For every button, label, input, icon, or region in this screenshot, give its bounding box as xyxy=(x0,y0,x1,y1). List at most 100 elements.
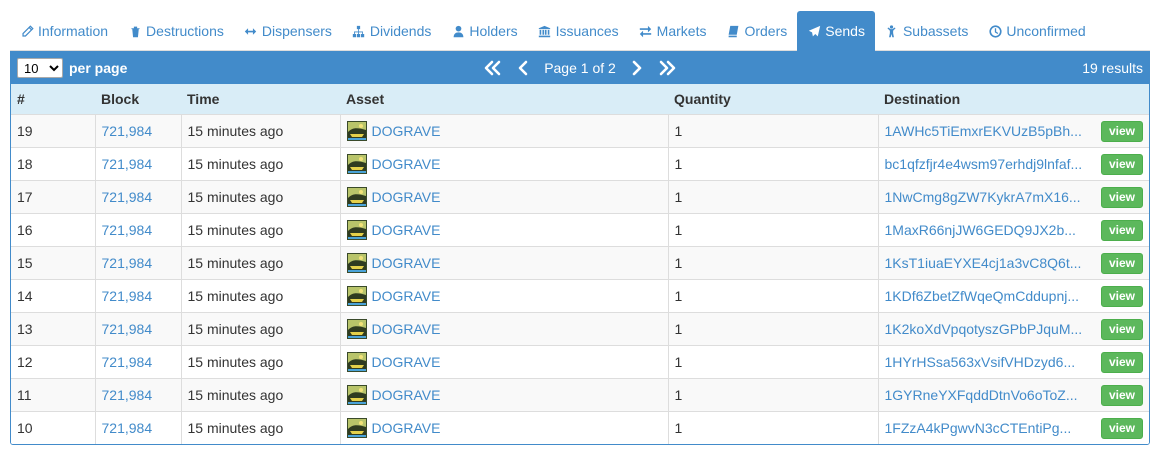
block-link[interactable]: 721,984 xyxy=(102,420,153,436)
first-page-button[interactable] xyxy=(482,57,504,79)
sends-table: # Block Time Asset Quantity Destination … xyxy=(11,84,1149,444)
sends-panel: 10 per page Page 1 of 2 19 results # Blo… xyxy=(10,51,1150,445)
tab-sends[interactable]: Sends xyxy=(797,11,875,51)
destination-cell: 1NwCmg8gZW7KykrA7mX16... view xyxy=(877,179,1149,213)
view-button[interactable]: view xyxy=(1100,219,1143,241)
last-page-button[interactable] xyxy=(656,57,678,79)
tab-dispensers[interactable]: Dispensers xyxy=(234,11,342,51)
block-link[interactable]: 721,984 xyxy=(102,321,153,337)
block-cell: 721,984 xyxy=(94,113,181,147)
trash-icon xyxy=(128,24,142,38)
asset-link[interactable]: DOGRAVE xyxy=(372,156,441,172)
time-cell: 15 minutes ago xyxy=(180,311,340,345)
tab-information[interactable]: Information xyxy=(10,11,118,51)
time-cell: 15 minutes ago xyxy=(180,278,340,312)
asset-link[interactable]: DOGRAVE xyxy=(372,387,441,403)
destination-cell: 1AWHc5TiEmxrEKVUzB5pBh... view xyxy=(877,113,1149,147)
arrows-horizontal-icon xyxy=(244,24,258,38)
per-page-select[interactable]: 10 xyxy=(17,58,63,78)
asset-link[interactable]: DOGRAVE xyxy=(372,123,441,139)
block-link[interactable]: 721,984 xyxy=(102,123,153,139)
block-link[interactable]: 721,984 xyxy=(102,387,153,403)
asset-thumbnail xyxy=(346,417,367,438)
tab-issuances[interactable]: Issuances xyxy=(528,11,629,51)
tab-label: Unconfirmed xyxy=(1006,23,1086,39)
tab-destructions[interactable]: Destructions xyxy=(118,11,234,51)
block-link[interactable]: 721,984 xyxy=(102,255,153,271)
tab-markets[interactable]: Markets xyxy=(629,11,717,51)
destination-cell: 1KDf6ZbetZfWqeQmCddupnj... view xyxy=(877,278,1149,312)
next-page-button[interactable] xyxy=(626,57,648,79)
child-icon xyxy=(885,24,899,38)
asset-cell: DOGRAVE xyxy=(339,377,668,411)
quantity-cell: 1 xyxy=(667,212,878,246)
tab-unconfirmed[interactable]: Unconfirmed xyxy=(978,11,1095,51)
destination-link[interactable]: 1FZzA4kPgwvN3cCTEntiPg... xyxy=(885,420,1100,436)
view-button[interactable]: view xyxy=(1100,153,1143,175)
asset-cell: DOGRAVE xyxy=(339,212,668,246)
destination-link[interactable]: 1NwCmg8gZW7KykrA7mX16... xyxy=(885,189,1100,205)
view-button[interactable]: view xyxy=(1100,186,1143,208)
tab-label: Information xyxy=(38,23,109,39)
tab-label: Subassets xyxy=(902,23,969,39)
column-header-number: # xyxy=(17,90,25,107)
destination-link[interactable]: 1GYRneYXFqddDtnVo6oToZ... xyxy=(885,387,1100,403)
block-cell: 721,984 xyxy=(94,179,181,213)
exchange-icon xyxy=(639,24,653,38)
paper-plane-icon xyxy=(807,24,821,38)
quantity-cell: 1 xyxy=(667,344,878,378)
time-cell: 15 minutes ago xyxy=(180,146,340,180)
tab-dividends[interactable]: Dividends xyxy=(342,11,441,51)
destination-link[interactable]: 1HYrHSsa563xVsifVHDzyd6... xyxy=(885,354,1100,370)
view-button[interactable]: view xyxy=(1100,120,1143,142)
asset-link[interactable]: DOGRAVE xyxy=(372,420,441,436)
block-link[interactable]: 721,984 xyxy=(102,222,153,238)
tab-label: Issuances xyxy=(555,23,619,39)
asset-cell: DOGRAVE xyxy=(339,113,668,147)
user-icon xyxy=(451,24,465,38)
asset-thumbnail xyxy=(346,285,367,306)
block-cell: 721,984 xyxy=(94,245,181,279)
table-row: 14 721,984 15 minutes ago DOGRAVE 1 1KDf6Zbet… xyxy=(11,278,1149,312)
asset-link[interactable]: DOGRAVE xyxy=(372,189,441,205)
tab-holders[interactable]: Holders xyxy=(441,11,527,51)
asset-cell: DOGRAVE xyxy=(339,245,668,279)
tab-orders[interactable]: Orders xyxy=(716,11,797,51)
destination-link[interactable]: bc1qfzfjr4e4wsm97erhdj9lnfaf... xyxy=(885,156,1100,172)
destination-link[interactable]: 1KDf6ZbetZfWqeQmCddupnj... xyxy=(885,288,1100,304)
destination-link[interactable]: 1KsT1iuaEYXE4cj1a3vC8Q6t... xyxy=(885,255,1100,271)
row-number: 13 xyxy=(11,311,95,345)
asset-link[interactable]: DOGRAVE xyxy=(372,255,441,271)
view-button[interactable]: view xyxy=(1100,252,1143,274)
block-link[interactable]: 721,984 xyxy=(102,156,153,172)
view-button[interactable]: view xyxy=(1100,417,1143,439)
asset-link[interactable]: DOGRAVE xyxy=(372,222,441,238)
prev-page-button[interactable] xyxy=(512,57,534,79)
asset-thumbnail xyxy=(346,120,367,141)
asset-link[interactable]: DOGRAVE xyxy=(372,288,441,304)
destination-link[interactable]: 1AWHc5TiEmxrEKVUzB5pBh... xyxy=(885,123,1100,139)
time-cell: 15 minutes ago xyxy=(180,179,340,213)
view-button[interactable]: view xyxy=(1100,318,1143,340)
tab-label: Dispensers xyxy=(261,23,332,39)
view-button[interactable]: view xyxy=(1100,285,1143,307)
asset-thumbnail xyxy=(346,153,367,174)
table-row: 10 721,984 15 minutes ago DOGRAVE 1 1FZzA4kPg… xyxy=(11,410,1149,444)
block-link[interactable]: 721,984 xyxy=(102,189,153,205)
asset-link[interactable]: DOGRAVE xyxy=(372,354,441,370)
results-count: 19 results xyxy=(1082,52,1143,84)
block-link[interactable]: 721,984 xyxy=(102,354,153,370)
column-header-asset: Asset xyxy=(346,90,385,107)
asset-cell: DOGRAVE xyxy=(339,311,668,345)
destination-link[interactable]: 1MaxR66njJW6GEDQ9JX2b... xyxy=(885,222,1100,238)
page-indicator: Page 1 of 2 xyxy=(544,60,616,76)
view-button[interactable]: view xyxy=(1100,351,1143,373)
block-link[interactable]: 721,984 xyxy=(102,288,153,304)
table-row: 17 721,984 15 minutes ago DOGRAVE 1 1NwCmg8gZ… xyxy=(11,179,1149,213)
block-cell: 721,984 xyxy=(94,344,181,378)
destination-link[interactable]: 1K2koXdVpqotyszGPbPJquM... xyxy=(885,321,1100,337)
asset-link[interactable]: DOGRAVE xyxy=(372,321,441,337)
tab-subassets[interactable]: Subassets xyxy=(875,11,978,51)
view-button[interactable]: view xyxy=(1100,384,1143,406)
pagination: Page 1 of 2 xyxy=(11,52,1149,84)
